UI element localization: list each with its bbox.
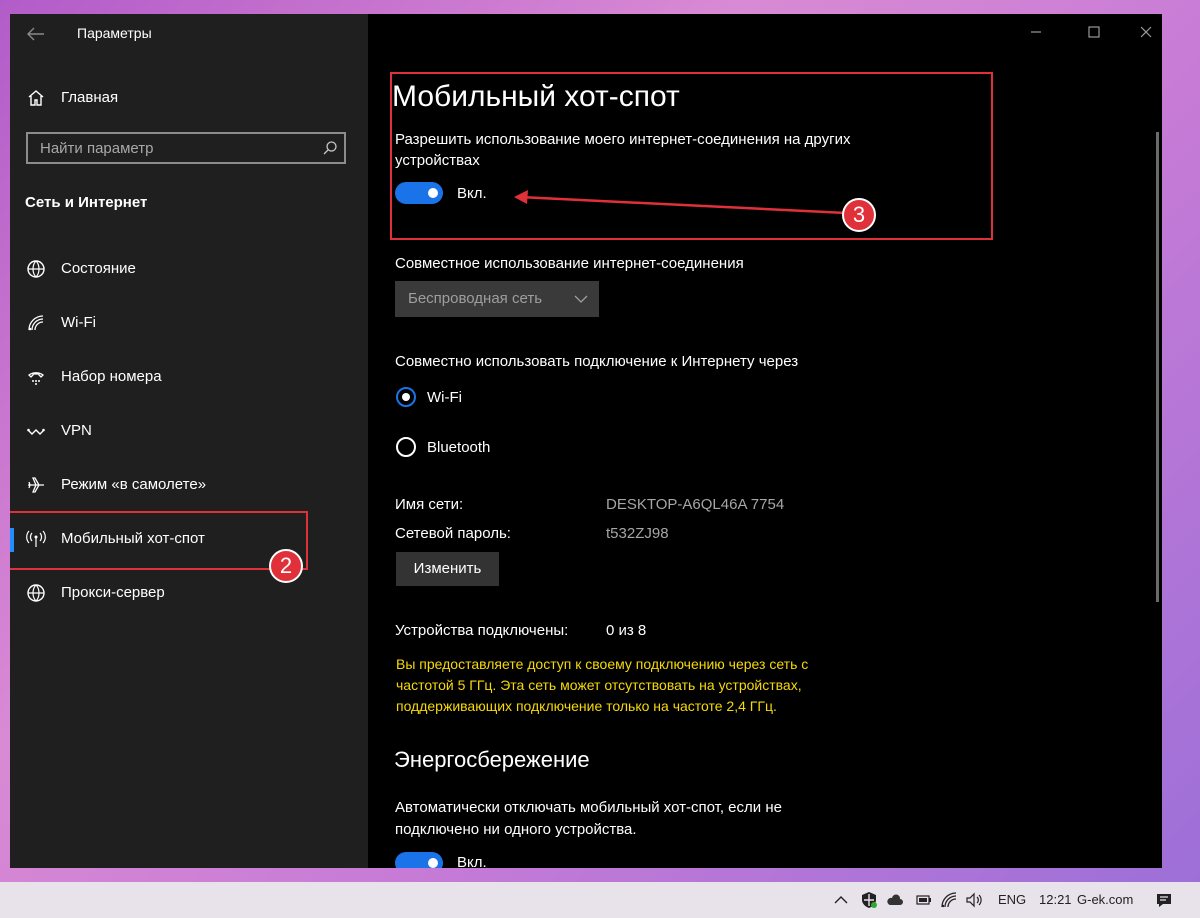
- radio-dot: [402, 393, 410, 401]
- sidebar: Параметры Главная Сеть и Интернет Состоя…: [10, 14, 368, 868]
- notification-icon[interactable]: [1155, 891, 1173, 909]
- sidebar-item-vpn[interactable]: VPN: [10, 414, 368, 448]
- section-title: Сеть и Интернет: [25, 194, 148, 211]
- search-input[interactable]: [28, 134, 308, 162]
- annotation-badge-3: 3: [842, 198, 876, 232]
- share-connection-dropdown[interactable]: Беспроводная сеть: [395, 281, 599, 317]
- power-saving-title: Энергосбережение: [394, 747, 590, 772]
- search-field[interactable]: [26, 132, 346, 164]
- volume-icon[interactable]: [965, 891, 983, 909]
- devices-connected-label: Устройства подключены:: [395, 622, 569, 639]
- battery-icon[interactable]: [914, 891, 932, 909]
- share-over-label: Совместно использовать подключение к Инт…: [395, 353, 799, 370]
- close-icon[interactable]: [1134, 22, 1158, 42]
- warning-line: поддерживающих подключение только на час…: [396, 698, 777, 714]
- toggle-knob: [428, 858, 438, 868]
- sidebar-item-mobile-hotspot[interactable]: Мобильный хот-спот: [10, 522, 368, 556]
- sidebar-item-label: Мобильный хот-спот: [61, 530, 205, 547]
- chevron-up-icon[interactable]: [832, 891, 850, 909]
- search-icon[interactable]: [322, 140, 338, 156]
- sidebar-item-label: Режим «в самолете»: [61, 476, 207, 493]
- chevron-down-icon: [573, 292, 589, 306]
- sidebar-item-label: Wi-Fi: [61, 314, 96, 331]
- scrollbar[interactable]: [1156, 132, 1159, 602]
- radio-bluetooth[interactable]: [396, 437, 416, 457]
- toggle-knob: [428, 188, 438, 198]
- warning-line: Вы предоставляете доступ к своему подклю…: [396, 656, 809, 672]
- power-saving-toggle-label: Вкл.: [457, 854, 487, 868]
- radio-wifi-label: Wi-Fi: [427, 389, 462, 406]
- dialup-icon: [26, 367, 46, 387]
- share-connection-label: Совместное использование интернет-соедин…: [395, 255, 744, 272]
- page-title: Мобильный хот-спот: [392, 80, 680, 113]
- sidebar-item-status[interactable]: Состояние: [10, 252, 368, 286]
- allow-sharing-toggle-label: Вкл.: [457, 185, 487, 202]
- sidebar-item-dialup[interactable]: Набор номера: [10, 360, 368, 394]
- clock-time[interactable]: 12:21: [1039, 892, 1072, 907]
- language-indicator[interactable]: ENG: [998, 892, 1026, 907]
- active-indicator: [10, 528, 14, 552]
- frequency-warning: Вы предоставляете доступ к своему подклю…: [396, 654, 876, 717]
- dropdown-value: Беспроводная сеть: [408, 290, 543, 307]
- sidebar-item-label: Набор номера: [61, 368, 162, 385]
- main-content: Мобильный хот-спот Разрешить использован…: [368, 14, 1162, 868]
- watermark-text: G-ek.com: [1077, 892, 1134, 907]
- allow-sharing-desc-line2: устройствах: [395, 152, 480, 169]
- network-name-label: Имя сети:: [395, 496, 464, 513]
- wifi-tray-icon[interactable]: [940, 891, 958, 909]
- minimize-icon[interactable]: [1024, 22, 1048, 42]
- warning-line: частотой 5 ГГц. Эта сеть может отсутство…: [396, 677, 802, 693]
- sidebar-item-proxy[interactable]: Прокси-сервер: [10, 576, 368, 610]
- home-icon: [26, 88, 46, 108]
- sidebar-item-label: VPN: [61, 422, 92, 439]
- allow-sharing-toggle[interactable]: [395, 182, 443, 204]
- radio-bluetooth-label: Bluetooth: [427, 439, 491, 456]
- globe-status-icon: [26, 259, 46, 279]
- annotation-badge-2: 2: [269, 549, 303, 583]
- sidebar-item-label: Состояние: [61, 260, 136, 277]
- edit-button[interactable]: Изменить: [396, 552, 499, 586]
- sidebar-item-label: Прокси-сервер: [61, 584, 165, 601]
- sidebar-item-label: Главная: [61, 89, 119, 106]
- settings-window: Параметры Главная Сеть и Интернет Состоя…: [10, 14, 1162, 868]
- power-saving-desc-line1: Автоматически отключать мобильный хот-сп…: [395, 799, 782, 816]
- network-password-value: t532ZJ98: [606, 525, 669, 542]
- vpn-icon: [26, 421, 46, 441]
- app-title: Параметры: [77, 25, 152, 41]
- airplane-icon: [26, 475, 46, 495]
- globe-icon: [26, 583, 46, 603]
- sidebar-item-airplane[interactable]: Режим «в самолете»: [10, 468, 368, 502]
- hotspot-icon: [26, 529, 46, 549]
- power-saving-desc-line2: подключено ни одного устройства.: [395, 821, 637, 838]
- taskbar: ENG 12:21 G-ek.com: [0, 882, 1200, 918]
- back-arrow-icon[interactable]: [24, 24, 46, 44]
- maximize-icon[interactable]: [1082, 22, 1106, 42]
- allow-sharing-desc-line1: Разрешить использование моего интернет-с…: [395, 131, 851, 148]
- cloud-icon[interactable]: [886, 891, 904, 909]
- radio-wifi[interactable]: [396, 387, 416, 407]
- wifi-icon: [26, 313, 46, 333]
- network-password-label: Сетевой пароль:: [395, 525, 511, 542]
- sidebar-item-home[interactable]: Главная: [10, 84, 368, 114]
- sidebar-item-wifi[interactable]: Wi-Fi: [10, 306, 368, 340]
- security-shield-icon[interactable]: [860, 891, 878, 909]
- power-saving-toggle[interactable]: [395, 852, 443, 868]
- network-name-value: DESKTOP-A6QL46A 7754: [606, 496, 785, 513]
- devices-connected-value: 0 из 8: [606, 622, 647, 639]
